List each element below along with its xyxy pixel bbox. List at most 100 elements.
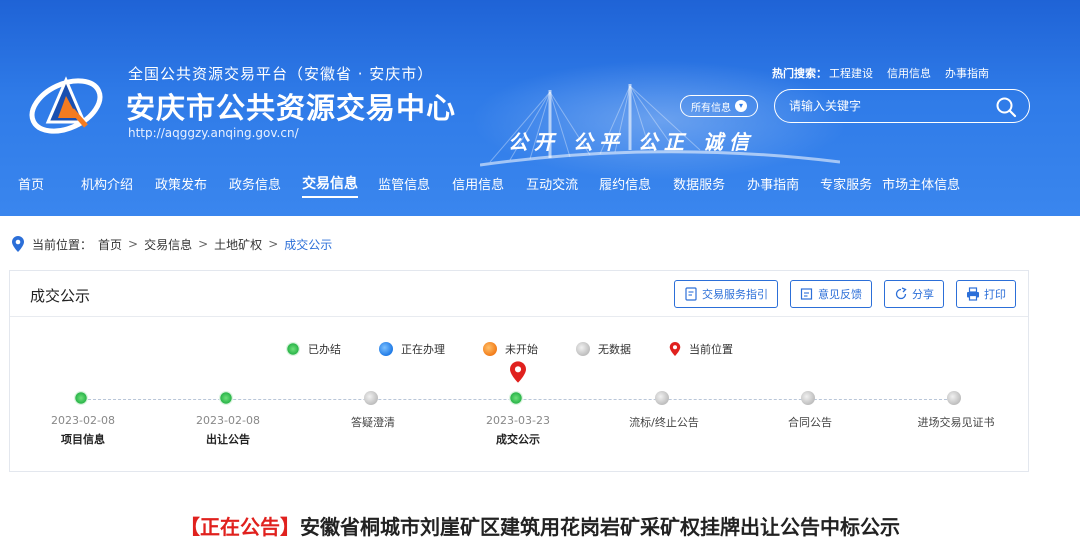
site-header: 全国公共资源交易平台（安徽省 · 安庆市） 安庆市公共资源交易中心 http:/… (0, 0, 1080, 216)
search-icon[interactable] (995, 96, 1017, 118)
step-name: 进场交易见证书 (917, 416, 995, 429)
chevron-down-icon: ▾ (735, 100, 747, 112)
step-name: 出让公告 (206, 433, 250, 446)
no-data-dot-icon (947, 391, 961, 405)
done-dot-icon (74, 391, 88, 405)
document-icon (685, 287, 697, 301)
site-slogan: 公开 公平 公正 诚信 (508, 130, 755, 154)
nav-item-data-service[interactable]: 数据服务 (673, 174, 725, 193)
timeline-step-current[interactable]: 2023-03-23 成交公示 (448, 361, 588, 461)
search-box (774, 89, 1030, 123)
in-progress-dot-icon (379, 342, 393, 356)
print-button[interactable]: 打印 (956, 280, 1016, 308)
nav-item-expert[interactable]: 专家服务 (820, 174, 872, 193)
step-name: 答疑澄清 (351, 416, 395, 429)
step-date: 2023-02-08 (196, 414, 260, 427)
hot-search-label: 热门搜索： (772, 67, 827, 80)
feedback-button[interactable]: 意见反馈 (790, 280, 872, 308)
legend-label: 未开始 (505, 343, 538, 356)
no-data-dot-icon (364, 391, 378, 405)
breadcrumb-separator: > (128, 237, 139, 251)
legend-item-in-progress: 正在办理 (379, 341, 445, 357)
timeline-step[interactable]: 2023-02-08 项目信息 (13, 361, 153, 461)
edit-icon (800, 288, 813, 300)
site-title[interactable]: 安庆市公共资源交易中心 (126, 85, 456, 127)
status-legend: 已办结 正在办理 未开始 无数据 当前位置 (286, 341, 733, 357)
share-label: 分享 (912, 288, 934, 301)
no-data-dot-icon (655, 391, 669, 405)
legend-item-no-data: 无数据 (576, 341, 631, 357)
bridge-illustration (480, 84, 840, 167)
breadcrumb-separator: > (198, 237, 209, 251)
breadcrumb: 当前位置： 首页 > 交易信息 > 土地矿权 > 成交公示 (12, 235, 332, 253)
done-dot-icon (509, 391, 523, 405)
hot-search-item[interactable]: 办事指南 (945, 65, 989, 81)
nav-item-about[interactable]: 机构介绍 (81, 174, 133, 193)
panel-title: 成交公示 (30, 287, 91, 305)
service-guide-button[interactable]: 交易服务指引 (674, 280, 778, 308)
panel-header: 成交公示 交易服务指引 意见反馈 分享 打印 (10, 271, 1028, 317)
timeline-step[interactable]: 流标/终止公告 (594, 361, 734, 461)
step-date: 2023-02-08 (51, 414, 115, 427)
share-icon (895, 287, 907, 300)
search-input[interactable] (789, 99, 979, 113)
legend-label: 无数据 (598, 343, 631, 356)
current-position-pin-icon (510, 361, 526, 383)
nav-item-interaction[interactable]: 互动交流 (526, 174, 578, 193)
nav-item-credit[interactable]: 信用信息 (452, 174, 504, 193)
hot-search-item[interactable]: 工程建设 (829, 65, 873, 81)
timeline-step[interactable]: 合同公告 (740, 361, 880, 461)
search-scope-select[interactable]: 所有信息 ▾ (680, 95, 758, 117)
step-date: 2023-03-23 (486, 414, 550, 427)
site-subtitle: 全国公共资源交易平台（安徽省 · 安庆市） (128, 65, 434, 83)
nav-item-gov-info[interactable]: 政务信息 (229, 174, 281, 193)
print-label: 打印 (984, 288, 1006, 301)
nav-item-home[interactable]: 首页 (18, 174, 44, 193)
share-button[interactable]: 分享 (884, 280, 944, 308)
breadcrumb-item-land-mineral[interactable]: 土地矿权 (214, 236, 262, 253)
no-data-dot-icon (801, 391, 815, 405)
nav-item-trade-info[interactable]: 交易信息 (302, 173, 359, 198)
location-pin-icon (669, 342, 681, 356)
aq-logo-icon[interactable] (26, 66, 108, 136)
step-name: 成交公示 (496, 433, 540, 446)
no-data-dot-icon (576, 342, 590, 356)
timeline-step[interactable]: 进场交易见证书 (886, 361, 1026, 461)
notice-title: 【正在公告】安徽省桐城市刘崖矿区建筑用花岗岩矿采矿权挂牌出让公告中标公示 (0, 511, 1080, 540)
panel-actions: 交易服务指引 意见反馈 分享 打印 (674, 280, 1016, 308)
legend-item-done: 已办结 (286, 341, 341, 357)
nav-item-policy[interactable]: 政策发布 (155, 174, 207, 193)
location-pin-icon (12, 236, 24, 252)
nav-item-performance[interactable]: 履约信息 (599, 174, 651, 193)
hot-search-item[interactable]: 信用信息 (887, 65, 931, 81)
step-name: 流标/终止公告 (629, 416, 699, 429)
not-started-dot-icon (483, 342, 497, 356)
nav-item-supervision[interactable]: 监管信息 (378, 174, 430, 193)
legend-item-current: 当前位置 (669, 341, 733, 357)
step-name: 合同公告 (788, 416, 832, 429)
main-nav: 首页 机构介绍 政策发布 政务信息 交易信息 监管信息 信用信息 互动交流 履约… (18, 170, 960, 198)
breadcrumb-separator: > (268, 237, 279, 251)
legend-label: 正在办理 (401, 343, 445, 356)
hot-search: 热门搜索： 工程建设 信用信息 办事指南 (772, 65, 989, 81)
search-bar: 所有信息 ▾ (680, 89, 1030, 123)
transaction-panel: 成交公示 交易服务指引 意见反馈 分享 打印 已办结 正在办理 未开始 无数据 … (9, 270, 1029, 472)
legend-label: 当前位置 (689, 343, 733, 356)
search-scope-label: 所有信息 (691, 102, 731, 114)
breadcrumb-item-trade-info[interactable]: 交易信息 (144, 236, 192, 253)
legend-item-not-started: 未开始 (483, 341, 538, 357)
legend-label: 已办结 (308, 343, 341, 356)
feedback-label: 意见反馈 (818, 288, 862, 301)
nav-item-guide[interactable]: 办事指南 (747, 174, 799, 193)
service-guide-label: 交易服务指引 (702, 288, 768, 301)
breadcrumb-item-home[interactable]: 首页 (98, 236, 122, 253)
breadcrumb-item-current[interactable]: 成交公示 (284, 236, 332, 253)
done-dot-icon (219, 391, 233, 405)
step-name: 项目信息 (61, 433, 105, 446)
nav-item-market-entity[interactable]: 市场主体信息 (882, 174, 960, 193)
breadcrumb-label: 当前位置： (32, 237, 93, 252)
done-dot-icon (286, 342, 300, 356)
timeline-step[interactable]: 2023-02-08 出让公告 (158, 361, 298, 461)
timeline-step[interactable]: 答疑澄清 (303, 361, 443, 461)
notice-status-tag: 【正在公告】 (180, 515, 300, 539)
